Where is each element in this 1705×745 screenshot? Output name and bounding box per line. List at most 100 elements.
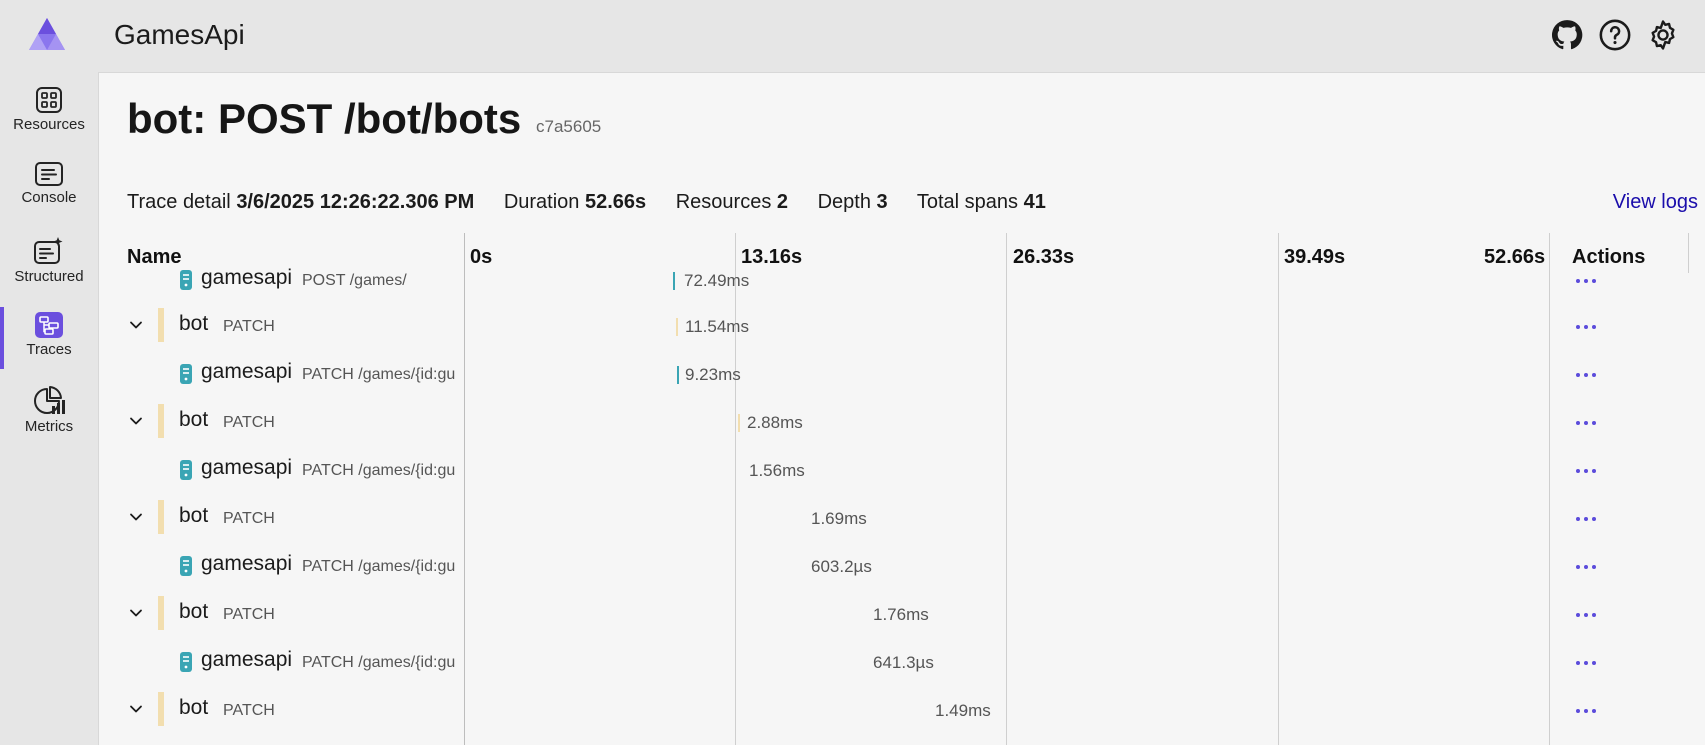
span-actions-button[interactable] — [1576, 418, 1598, 428]
view-logs-link[interactable]: View logs — [1613, 191, 1698, 214]
span-service-name: bot — [179, 600, 209, 623]
settings-icon[interactable] — [1646, 18, 1680, 52]
span-operation: PATCH /games/{id:gu — [302, 558, 456, 575]
depth-value: 3 — [876, 191, 888, 213]
chevron-down-icon[interactable] — [127, 316, 145, 334]
span-actions-button[interactable] — [1576, 322, 1598, 332]
trace-detail-value: 3/6/2025 12:26:22.306 PM — [236, 191, 475, 213]
span-operation: PATCH — [223, 702, 275, 719]
span-actions-button[interactable] — [1576, 466, 1598, 476]
span-operation: PATCH — [223, 510, 275, 527]
resources-icon — [36, 87, 62, 113]
span-actions-button[interactable] — [1576, 610, 1598, 620]
span-service-name: bot — [179, 408, 209, 431]
chevron-down-icon[interactable] — [127, 412, 145, 430]
sidebar-item-label: Metrics — [24, 418, 74, 435]
span-row[interactable]: bot PATCH 11.54ms — [99, 304, 1705, 352]
span-operation: PATCH /games/{id:gu — [302, 366, 456, 383]
span-row[interactable]: gamesapi PATCH /games/{id:gu 1.56ms — [99, 448, 1705, 496]
depth-label: Depth — [817, 191, 871, 213]
span-row[interactable]: bot PATCH 1.49ms — [99, 688, 1705, 736]
duration-value: 52.66s — [585, 191, 647, 213]
span-operation: PATCH — [223, 606, 275, 623]
span-duration: 1.49ms — [935, 701, 991, 720]
trace-id: c7a5605 — [536, 117, 602, 136]
trace-summary: Trace detail 3/6/2025 12:26:22.306 PM Du… — [127, 191, 1070, 214]
trace-detail-panel: bot: POST /bot/bots c7a5605 Trace detail… — [98, 72, 1705, 745]
span-actions-button[interactable] — [1576, 370, 1598, 380]
service-color-swatch — [158, 404, 164, 438]
span-actions-button[interactable] — [1576, 562, 1598, 572]
sidebar-item-label: Console — [21, 189, 77, 206]
structured-logs-icon — [34, 237, 63, 264]
span-actions-button[interactable] — [1576, 276, 1598, 286]
span-service-name: bot — [179, 504, 209, 527]
aspire-logo-icon — [29, 18, 65, 50]
span-service-name: gamesapi — [201, 552, 293, 575]
span-actions-button[interactable] — [1576, 514, 1598, 524]
sidebar-item-traces[interactable]: Traces — [0, 303, 98, 373]
span-operation: PATCH — [223, 318, 275, 335]
span-row[interactable]: gamesapi PATCH /games/{id:gu 603.2µs — [99, 544, 1705, 592]
duration-label: Duration — [503, 191, 580, 213]
sidebar-item-label: Structured — [14, 268, 84, 285]
total-spans-label: Total spans — [916, 191, 1019, 213]
app-title: GamesApi — [114, 19, 245, 50]
chevron-down-icon[interactable] — [127, 700, 145, 718]
span-row[interactable]: bot PATCH 2.88ms — [99, 400, 1705, 448]
resources-label: Resources — [675, 191, 772, 213]
span-service-name: gamesapi — [201, 456, 293, 479]
span-row[interactable]: bot PATCH 1.69ms — [99, 496, 1705, 544]
span-duration: 1.69ms — [811, 509, 867, 528]
service-color-swatch — [158, 692, 164, 726]
sidebar-item-metrics[interactable]: Metrics — [0, 378, 98, 448]
chevron-down-icon[interactable] — [127, 604, 145, 622]
page-title: bot: POST /bot/bots — [127, 95, 522, 142]
span-bar[interactable] — [676, 318, 678, 336]
span-service-name: bot — [179, 312, 209, 335]
span-operation: PATCH — [223, 414, 275, 431]
span-service-name: bot — [179, 696, 209, 719]
span-duration: 1.76ms — [873, 605, 929, 624]
resources-value: 2 — [776, 191, 789, 213]
server-icon — [180, 270, 192, 290]
metrics-icon — [34, 386, 65, 414]
github-icon[interactable] — [1550, 18, 1584, 52]
span-operation: PATCH /games/{id:gu — [302, 654, 456, 671]
span-actions-button[interactable] — [1576, 706, 1598, 716]
span-operation: POST /games/ — [302, 272, 407, 289]
span-service-name: gamesapi — [201, 266, 293, 289]
sidebar-item-label: Resources — [13, 116, 85, 133]
chevron-down-icon[interactable] — [127, 508, 145, 526]
span-actions-button[interactable] — [1576, 658, 1598, 668]
help-icon[interactable] — [1598, 18, 1632, 52]
sidebar-nav: Resources Console Structured Traces Metr… — [0, 72, 98, 744]
server-icon — [180, 652, 192, 672]
span-row[interactable]: gamesapi PATCH /games/{id:gu 9.23ms — [99, 352, 1705, 400]
sidebar-item-label: Traces — [26, 341, 72, 358]
span-bar[interactable] — [673, 272, 675, 290]
sidebar-item-console[interactable]: Console — [0, 153, 98, 223]
span-bar[interactable] — [738, 414, 740, 432]
sidebar-item-structured[interactable]: Structured — [0, 228, 98, 298]
span-service-name: gamesapi — [201, 360, 293, 383]
span-duration: 72.49ms — [684, 271, 750, 290]
service-color-swatch — [158, 308, 164, 342]
span-row[interactable]: bot PATCH 1.76ms — [99, 592, 1705, 640]
span-row[interactable]: gamesapi POST /games/72.49ms — [99, 258, 1705, 306]
service-color-swatch — [158, 596, 164, 630]
span-service-name: gamesapi — [201, 648, 293, 671]
service-color-swatch — [158, 500, 164, 534]
span-bar[interactable] — [677, 366, 679, 384]
span-duration: 2.88ms — [747, 413, 803, 432]
app-header: GamesApi — [0, 0, 1705, 72]
traces-icon — [35, 312, 63, 338]
span-duration: 1.56ms — [749, 461, 805, 480]
server-icon — [180, 364, 192, 384]
server-icon — [180, 556, 192, 576]
span-duration: 641.3µs — [873, 653, 934, 672]
span-row[interactable]: gamesapi PATCH /games/{id:gu 641.3µs — [99, 640, 1705, 688]
trace-detail-label: Trace detail — [127, 191, 231, 213]
server-icon — [180, 460, 192, 480]
sidebar-item-resources[interactable]: Resources — [0, 78, 98, 148]
